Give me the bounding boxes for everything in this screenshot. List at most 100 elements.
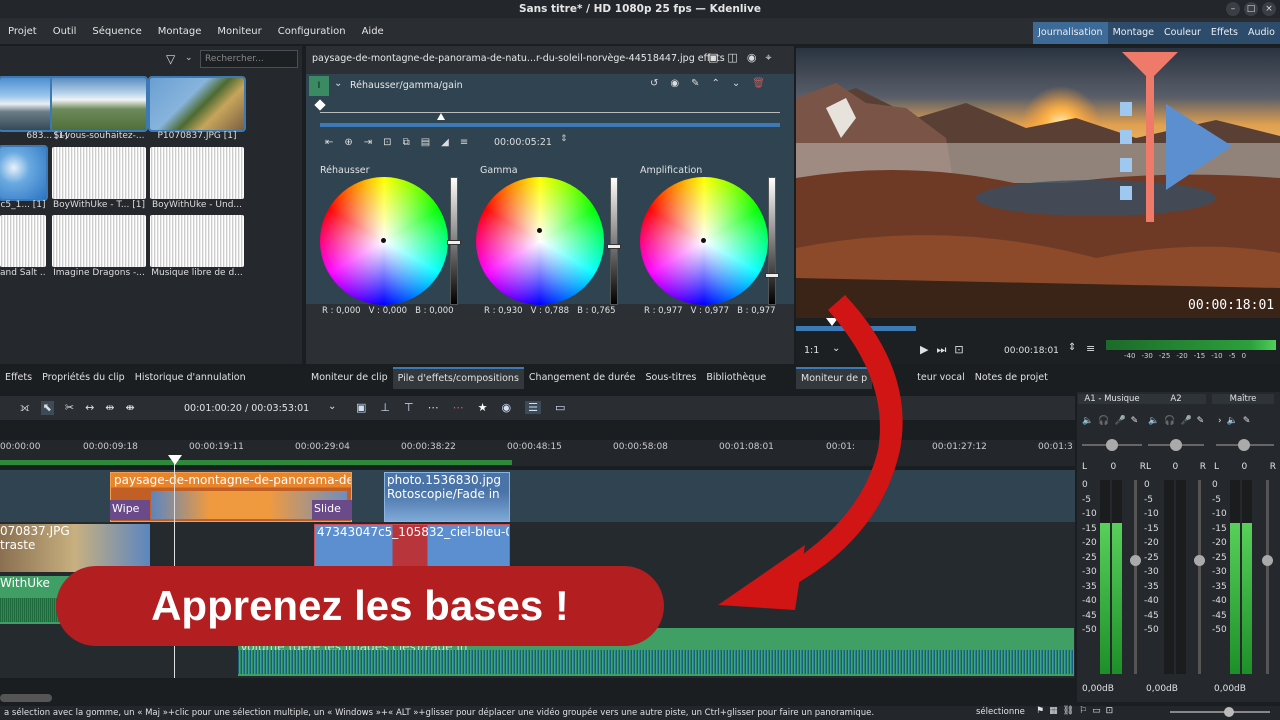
effect-icon[interactable]: ✎ [1243, 416, 1251, 426]
gamma-slider[interactable] [607, 177, 621, 305]
chevron-down-icon[interactable]: ⌄ [328, 401, 336, 412]
filter-icon[interactable]: ▽ [166, 52, 175, 66]
wheel-handle[interactable] [381, 238, 386, 243]
color-wheel-gain[interactable] [640, 177, 768, 305]
channel-db[interactable]: 0,00dB [1146, 684, 1178, 694]
volume-fader[interactable] [1262, 480, 1273, 674]
timeline-position[interactable]: 00:01:00:20 / 00:03:53:01 [184, 403, 309, 414]
effect-timecode[interactable]: 00:00:05:21 [494, 137, 552, 148]
monitor-position[interactable]: 00:00:18:01 [1004, 346, 1059, 356]
spin-icon[interactable]: ⇕ [560, 134, 568, 144]
link-icon[interactable]: ⛓ [1063, 706, 1074, 716]
slider-knob[interactable] [607, 244, 621, 249]
save-icon[interactable]: ▣ [708, 51, 718, 65]
mute-icon[interactable]: 🔈 [1082, 416, 1093, 426]
zoom-slider[interactable] [1170, 707, 1270, 717]
menu-configuration[interactable]: Configuration [270, 26, 354, 37]
slider-knob[interactable] [447, 240, 461, 245]
overwrite-icon[interactable]: ▣ [356, 401, 366, 414]
delete-icon[interactable]: 🗑 [752, 78, 765, 89]
menu-aide[interactable]: Aide [354, 26, 392, 37]
tab-sous-titres[interactable]: Sous-titres [641, 368, 702, 388]
eye-icon[interactable]: ◉ [670, 78, 679, 89]
pin-icon[interactable]: ⌖ [765, 51, 771, 65]
bin-audio-thumbnail[interactable] [150, 215, 244, 267]
slider-knob[interactable] [765, 273, 779, 278]
tab-effets[interactable]: Effets [0, 368, 37, 388]
zoom-fit-icon[interactable]: ⊡ [1106, 706, 1114, 716]
lift-slider[interactable] [447, 177, 461, 305]
menu-moniteur[interactable]: Moniteur [209, 26, 269, 37]
wand-icon[interactable]: ✎ [691, 78, 699, 89]
collapse-icon[interactable]: ⌄ [334, 78, 342, 89]
pan-value[interactable]: 0 [1173, 462, 1179, 472]
timeline-playhead[interactable] [168, 455, 182, 465]
maximize-icon[interactable]: □ [1244, 2, 1258, 16]
menu-outil[interactable]: Outil [45, 26, 85, 37]
color-wheel-lift[interactable] [320, 177, 448, 305]
channel-db[interactable]: 0,00dB [1082, 684, 1114, 694]
workspace-couleur[interactable]: Couleur [1159, 22, 1206, 44]
extract-icon[interactable]: ⋯ [428, 401, 439, 414]
tab-pile-effets[interactable]: Pile d'effets/compositions [392, 367, 524, 389]
pan-slider[interactable] [1216, 439, 1274, 451]
mute-icon[interactable]: 🔈 [1148, 416, 1159, 426]
pan-value[interactable]: 0 [1242, 462, 1248, 472]
close-icon[interactable]: × [1262, 2, 1276, 16]
spacer-icon[interactable]: ↔ [85, 401, 94, 415]
copy-icon[interactable]: ⧉ [403, 137, 410, 148]
menu-montage[interactable]: Montage [150, 26, 210, 37]
chevron-down-icon[interactable]: ⌄ [185, 53, 193, 63]
curve-icon[interactable]: ◢ [441, 137, 449, 148]
minimize-icon[interactable]: – [1226, 2, 1240, 16]
tab-historique[interactable]: Historique d'annulation [130, 368, 251, 388]
mixer-toggle-icon[interactable]: ☰ [525, 401, 541, 414]
transition-wipe[interactable]: Wipe [110, 500, 150, 520]
lift-icon[interactable]: ⊤ [404, 401, 414, 414]
bin-audio-thumbnail[interactable] [52, 147, 146, 199]
paste-icon[interactable]: ▤ [421, 137, 430, 148]
menu-icon[interactable]: ≡ [460, 137, 468, 148]
arrow-down-icon[interactable]: ⌄ [732, 78, 740, 89]
menu-sequence[interactable]: Séquence [84, 26, 149, 37]
bin-clip-thumbnail[interactable] [0, 145, 48, 201]
bin-clip-thumbnail[interactable] [148, 76, 246, 132]
bin-audio-thumbnail[interactable] [52, 215, 146, 267]
record-icon[interactable]: ◉ [501, 401, 511, 414]
razor-icon[interactable]: ✂ [65, 401, 74, 415]
keyframe-progress[interactable] [320, 123, 780, 127]
fit-icon[interactable]: ⊡ [954, 343, 963, 357]
timeline-clip[interactable]: photo.1536830.jpg Rotoscopie/Fade in [384, 472, 510, 522]
mic-icon[interactable]: 🎤 [1114, 416, 1125, 426]
gain-slider[interactable] [765, 177, 779, 305]
wheel-handle[interactable] [701, 238, 706, 243]
lock-icon[interactable]: ⊡ [383, 137, 391, 148]
transition-slide[interactable]: Slide [312, 500, 352, 520]
monitor-icon[interactable]: ▭ [1092, 706, 1101, 716]
color-wheel-gamma[interactable] [476, 177, 604, 305]
pan-slider[interactable] [1082, 439, 1142, 451]
wheel-handle[interactable] [537, 228, 542, 233]
mic-icon[interactable]: 🎤 [1180, 416, 1191, 426]
film-icon[interactable]: ▦ [1049, 706, 1058, 716]
fast-forward-icon[interactable]: ⏭ [936, 343, 946, 357]
ripple-icon[interactable]: ⇹ [105, 401, 114, 415]
mute-icon[interactable]: 🔈 [1227, 416, 1238, 426]
tab-notes-projet[interactable]: Notes de projet [970, 368, 1053, 388]
favorite-icon[interactable]: ★ [478, 401, 488, 414]
tab-enregistreur-vocal[interactable]: teur vocal [912, 368, 970, 388]
snap-icon[interactable]: ⟗ [20, 401, 30, 415]
subtitle-icon[interactable]: ▭ [555, 401, 565, 414]
tag-icon[interactable]: ⚑ [1036, 706, 1044, 716]
pan-slider[interactable] [1148, 439, 1204, 451]
next-keyframe-icon[interactable]: ⇥ [364, 137, 372, 148]
eye-icon[interactable]: ◉ [747, 51, 757, 65]
bin-search-input[interactable]: Rechercher... [200, 50, 298, 68]
workspace-montage[interactable]: Montage [1108, 22, 1159, 44]
bin-audio-thumbnail[interactable] [0, 215, 46, 267]
bin-clip-thumbnail[interactable] [50, 76, 148, 132]
effect-icon[interactable]: ✎ [1131, 416, 1139, 426]
play-icon[interactable]: ▶ [920, 343, 928, 357]
bin-audio-thumbnail[interactable] [150, 147, 244, 199]
headphones-icon[interactable]: 🎧 [1098, 416, 1109, 426]
